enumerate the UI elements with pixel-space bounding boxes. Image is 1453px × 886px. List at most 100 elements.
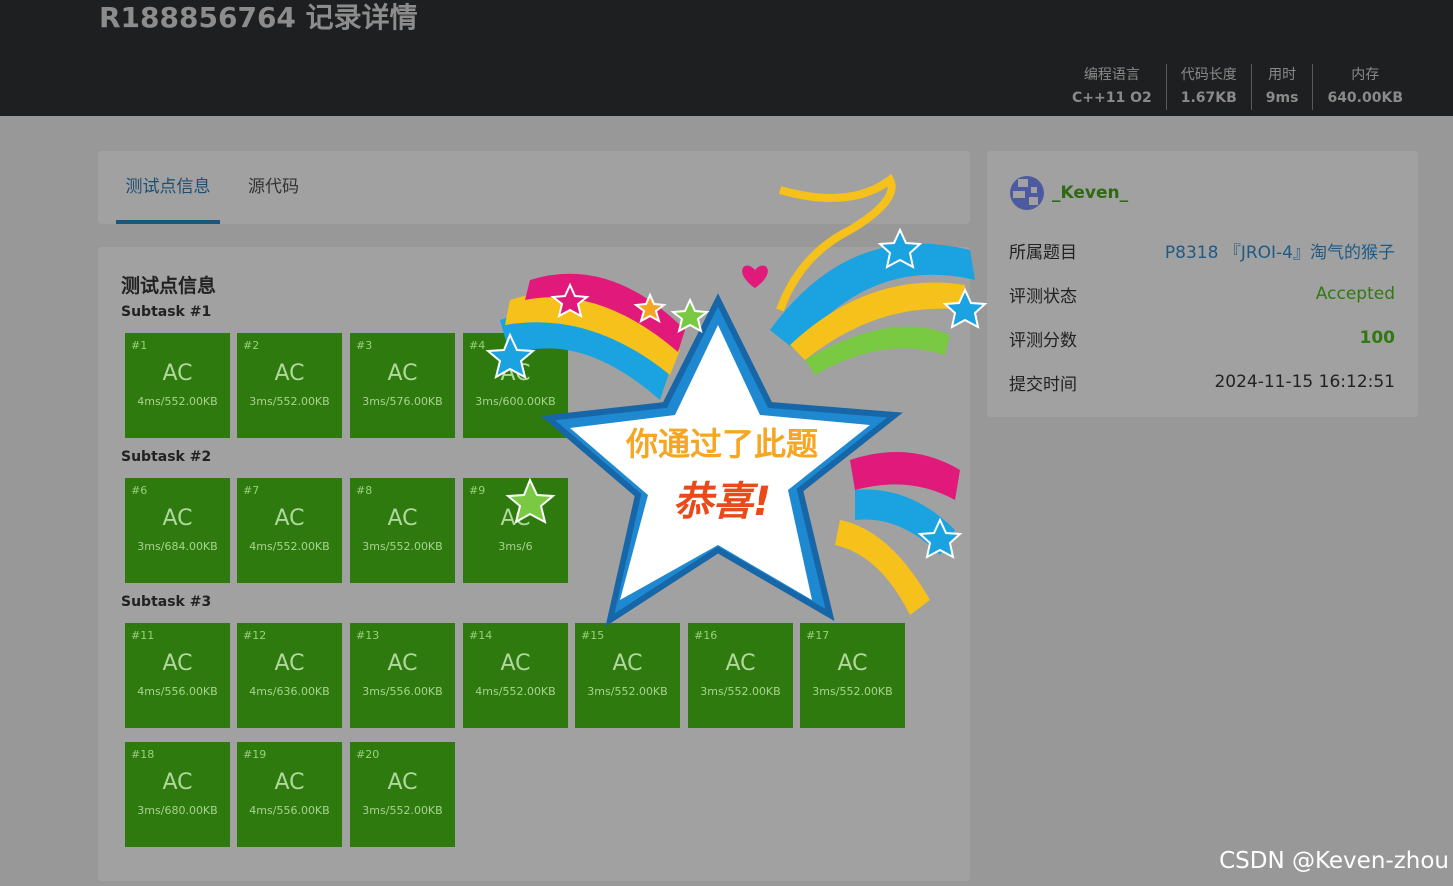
info-row-score: 评测分数 100 (1009, 323, 1395, 353)
info-row-submit-time: 提交时间 2024-11-15 16:12:51 (1009, 367, 1395, 397)
case-status: AC (274, 651, 305, 676)
case-status: AC (500, 651, 531, 676)
case-stats: 3ms/680.00KB (137, 804, 218, 817)
case-stats: 3ms/552.00KB (587, 685, 668, 698)
case-number: #7 (243, 484, 260, 497)
case-status: AC (162, 361, 193, 386)
case-status: AC (162, 651, 193, 676)
rainbow-burst-top-right (770, 243, 975, 375)
avatar[interactable] (1009, 175, 1045, 211)
test-case-tile[interactable]: #19 AC 4ms/556.00KB (237, 742, 342, 847)
stat-code-length: 代码长度 1.67KB (1167, 64, 1252, 110)
stat-language: 编程语言 C++11 O2 (1058, 64, 1167, 110)
case-stats: 4ms/556.00KB (249, 804, 330, 817)
record-stats: 编程语言 C++11 O2 代码长度 1.67KB 用时 9ms 内存 640.… (1058, 64, 1417, 110)
test-case-tile[interactable]: #3 AC 3ms/576.00KB (350, 333, 455, 438)
stat-label: 内存 (1351, 67, 1380, 83)
rainbow-burst-left (500, 273, 685, 400)
case-number: #8 (356, 484, 373, 497)
record-info-card: _Keven_ 所属题目 P8318 『JROI-4』淘气的猴子 评测状态 Ac… (987, 151, 1418, 417)
case-status: AC (274, 506, 305, 531)
case-status: AC (162, 506, 193, 531)
case-stats: 3ms/684.00KB (137, 540, 218, 553)
record-header: R188856764 记录详情 编程语言 C++11 O2 代码长度 1.67K… (0, 0, 1453, 116)
user-row: _Keven_ (1009, 175, 1128, 211)
test-case-tile[interactable]: #1 AC 4ms/552.00KB (125, 333, 230, 438)
case-status: AC (725, 651, 756, 676)
case-number: #12 (243, 629, 267, 642)
test-case-tile[interactable]: #12 AC 4ms/636.00KB (237, 623, 342, 728)
stat-time: 用时 9ms (1252, 64, 1314, 110)
case-number: #11 (131, 629, 155, 642)
active-tab-indicator (116, 220, 220, 224)
case-number: #6 (131, 484, 148, 497)
congrats-overlay[interactable]: 你通过了此题 恭喜! (470, 160, 1000, 650)
congrats-title: 恭喜! (673, 479, 771, 525)
test-case-tile[interactable]: #13 AC 3ms/556.00KB (350, 623, 455, 728)
info-label: 评测分数 (1009, 330, 1077, 351)
info-label: 提交时间 (1009, 374, 1077, 395)
info-row-status: 评测状态 Accepted (1009, 279, 1395, 309)
case-stats: 4ms/552.00KB (475, 685, 556, 698)
test-case-tile[interactable]: #2 AC 3ms/552.00KB (237, 333, 342, 438)
congrats-star-graphic: 你通过了此题 恭喜! (485, 173, 988, 627)
test-case-tile[interactable]: #6 AC 3ms/684.00KB (125, 478, 230, 583)
test-case-tile[interactable]: #18 AC 3ms/680.00KB (125, 742, 230, 847)
case-status: AC (387, 770, 418, 795)
small-star-icon (505, 477, 556, 525)
case-status: AC (162, 770, 193, 795)
section-title: 测试点信息 (121, 275, 217, 297)
test-case-tile[interactable]: #8 AC 3ms/552.00KB (350, 478, 455, 583)
subtask-label: Subtask #1 (121, 304, 212, 320)
case-number: #18 (131, 748, 155, 761)
stat-value: 640.00KB (1327, 90, 1403, 106)
username-link[interactable]: _Keven_ (1052, 183, 1128, 203)
case-stats: 4ms/552.00KB (249, 540, 330, 553)
tab-source-code[interactable]: 源代码 (248, 151, 299, 224)
page-title: R188856764 记录详情 (99, 1, 418, 34)
tab-label: 测试点信息 (125, 177, 211, 197)
watermark: CSDN @Keven-zhou (1219, 848, 1449, 874)
test-case-tile[interactable]: #7 AC 4ms/552.00KB (237, 478, 342, 583)
stat-value: C++11 O2 (1071, 90, 1152, 106)
case-number: #2 (243, 339, 260, 352)
case-number: #20 (356, 748, 380, 761)
case-stats: 3ms/552.00KB (362, 804, 443, 817)
case-status: AC (387, 361, 418, 386)
test-case-tile[interactable]: #11 AC 4ms/556.00KB (125, 623, 230, 728)
problem-link[interactable]: P8318 『JROI-4』淘气的猴子 (1165, 238, 1395, 263)
subtask-label: Subtask #3 (121, 594, 212, 610)
case-stats: 4ms/636.00KB (249, 685, 330, 698)
case-status: AC (387, 651, 418, 676)
stat-value: 1.67KB (1180, 90, 1237, 106)
stat-value: 9ms (1265, 90, 1299, 106)
stat-label: 代码长度 (1180, 67, 1237, 83)
tab-label: 源代码 (248, 177, 299, 197)
case-stats: 4ms/556.00KB (137, 685, 218, 698)
case-number: #13 (356, 629, 380, 642)
heart-icon (742, 265, 768, 288)
submit-time-value: 2024-11-15 16:12:51 (1214, 372, 1395, 392)
stat-memory: 内存 640.00KB (1313, 64, 1417, 110)
score-value: 100 (1359, 328, 1396, 348)
case-status: AC (837, 651, 868, 676)
case-status: AC (612, 651, 643, 676)
case-stats: 3ms/556.00KB (362, 685, 443, 698)
info-label: 所属题目 (1009, 242, 1077, 263)
case-status: AC (387, 506, 418, 531)
judge-status-value: Accepted (1315, 284, 1395, 304)
tab-test-info[interactable]: 测试点信息 (116, 151, 220, 224)
case-stats: 4ms/552.00KB (137, 395, 218, 408)
info-label: 评测状态 (1009, 286, 1077, 307)
case-stats: 3ms/552.00KB (249, 395, 330, 408)
case-number: #19 (243, 748, 267, 761)
case-number: #3 (356, 339, 373, 352)
test-case-tile[interactable]: #20 AC 3ms/552.00KB (350, 742, 455, 847)
case-number: #1 (131, 339, 148, 352)
stat-label: 用时 (1268, 67, 1297, 83)
congrats-subtitle: 你通过了此题 (625, 425, 818, 463)
info-row-problem: 所属题目 P8318 『JROI-4』淘气的猴子 (1009, 235, 1395, 265)
case-stats: 3ms/552.00KB (700, 685, 781, 698)
subtask-label: Subtask #2 (121, 449, 212, 465)
case-stats: 3ms/552.00KB (812, 685, 893, 698)
